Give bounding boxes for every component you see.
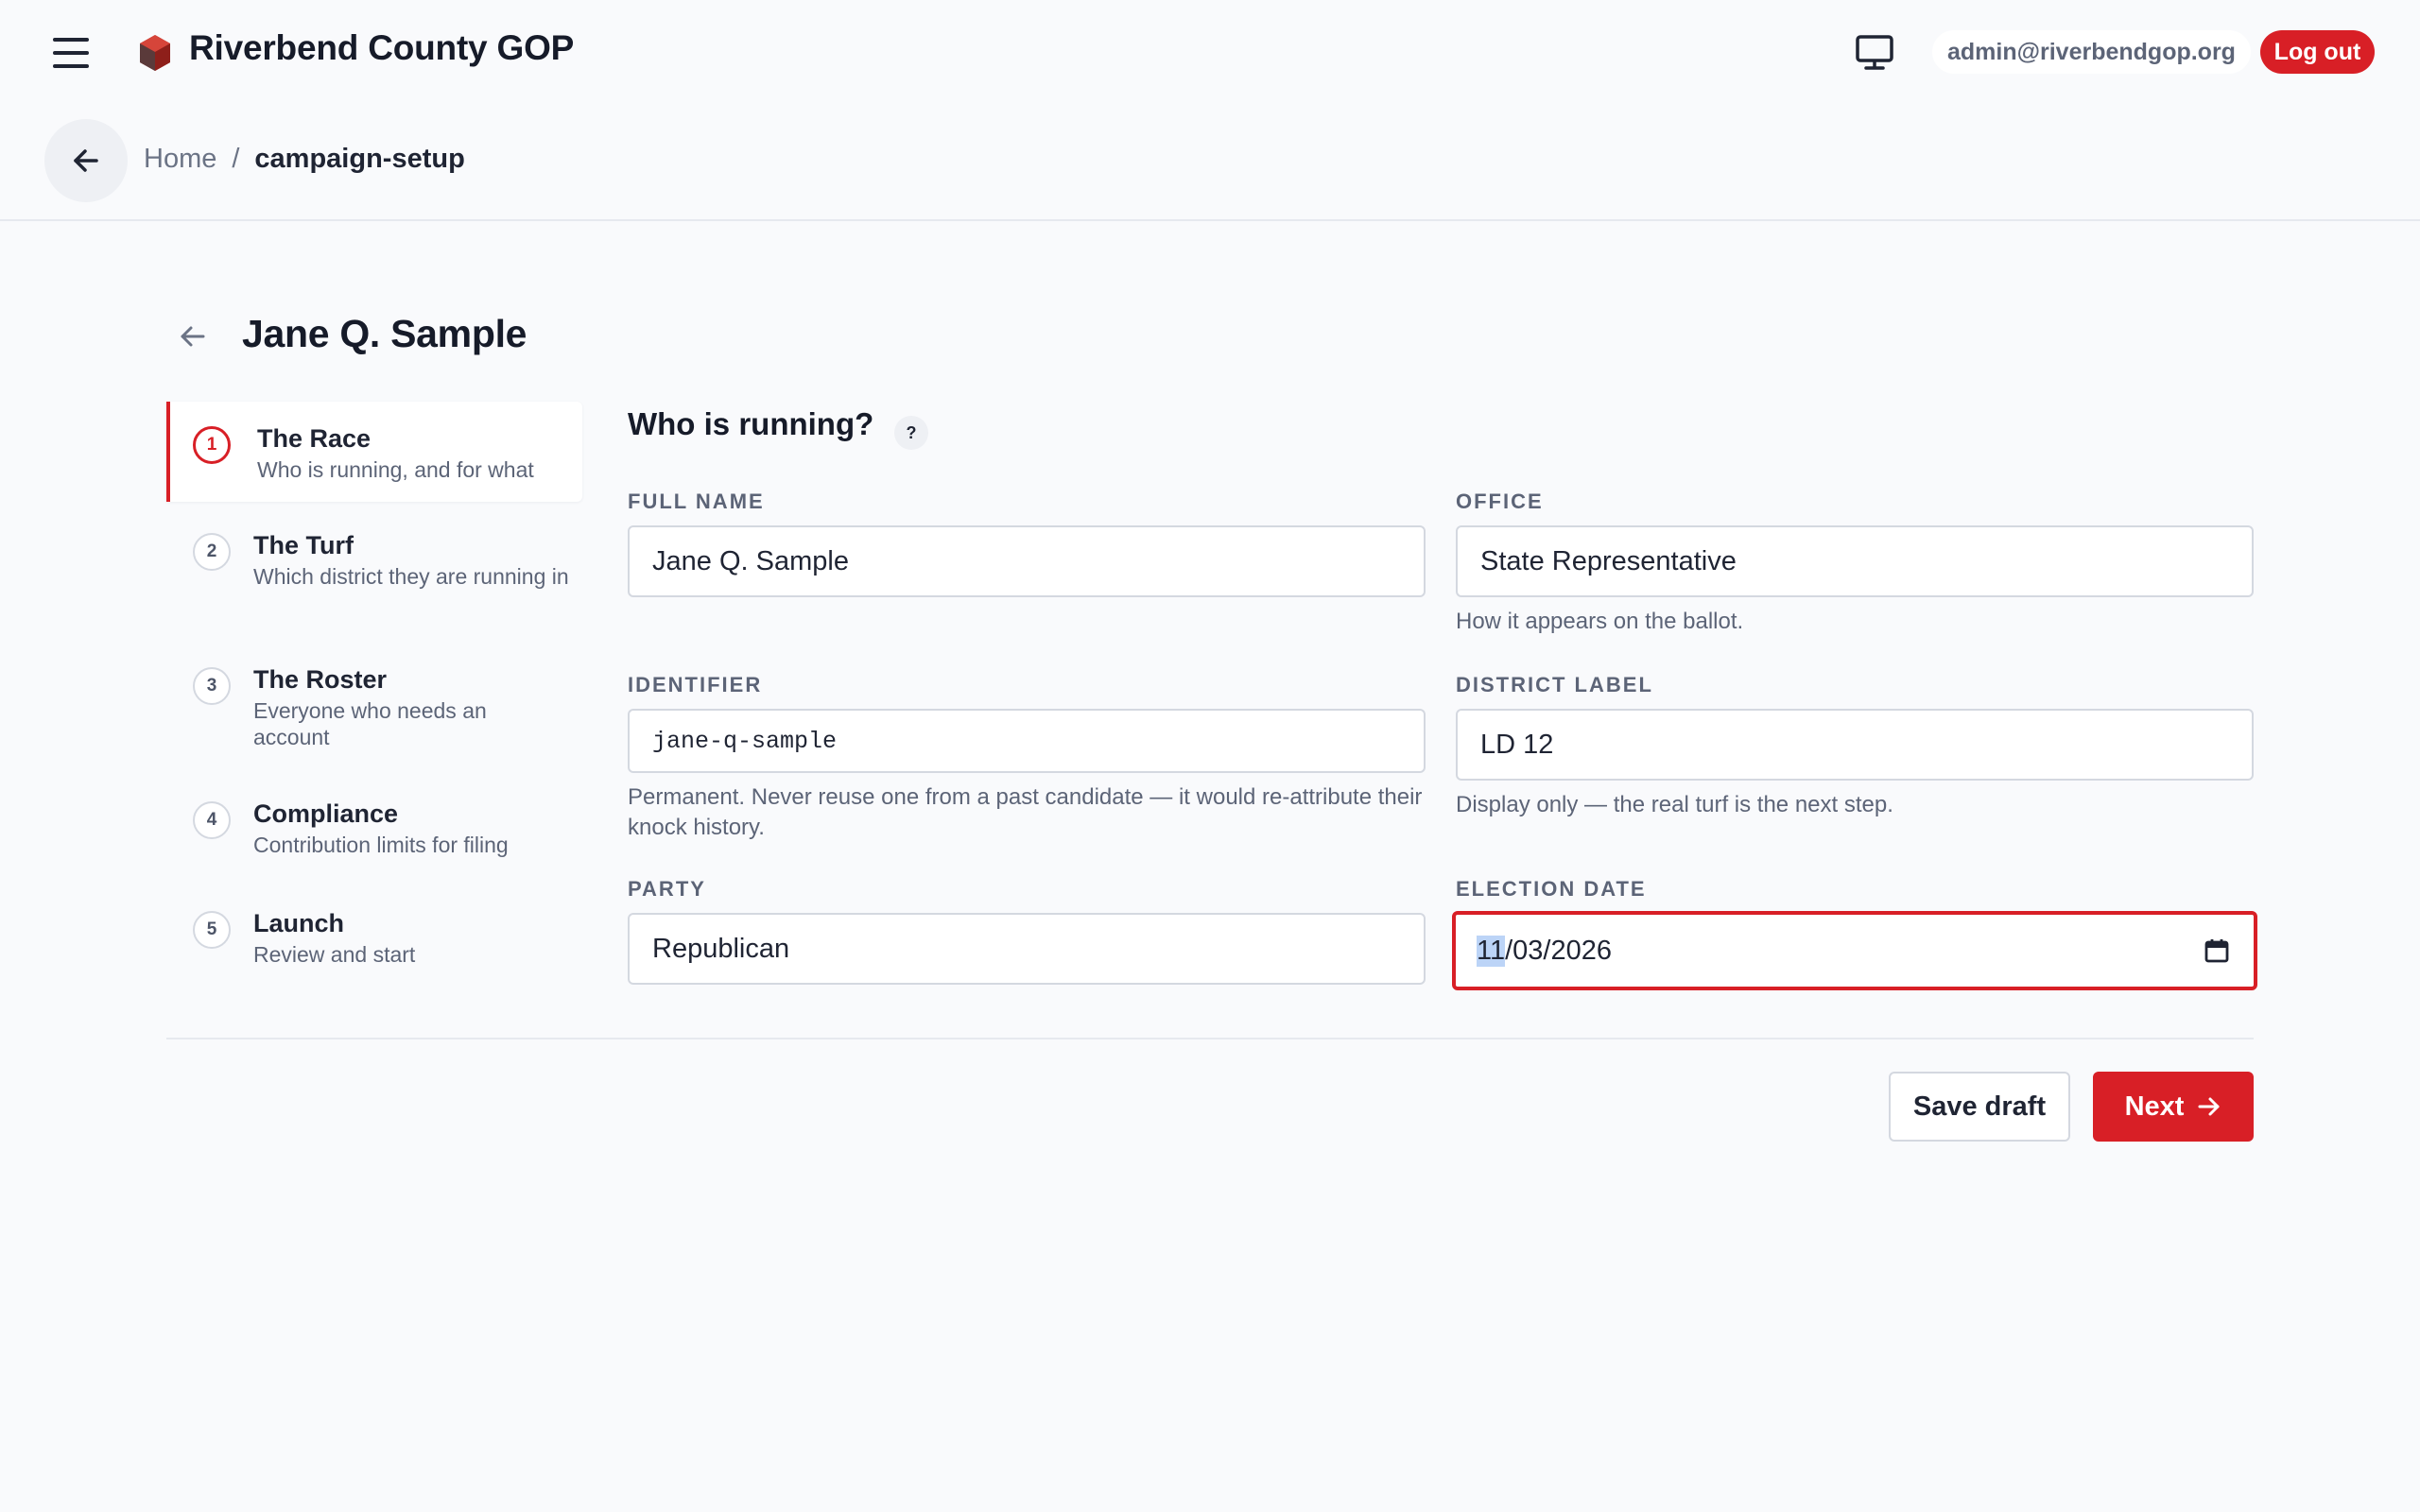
arrow-right-icon [2198, 1097, 2220, 1116]
step-title: The Roster [253, 665, 388, 694]
step-number: 5 [193, 911, 231, 949]
election-date-label: ELECTION DATE [1456, 877, 1647, 901]
full-name-label: FULL NAME [628, 490, 765, 513]
step-number: 1 [193, 426, 231, 464]
step-launch[interactable]: 5 Launch Review and start [166, 907, 579, 968]
identifier-label: IDENTIFIER [628, 673, 763, 696]
step-compliance[interactable]: 4 Compliance Contribution limits for fil… [166, 798, 579, 858]
step-number: 4 [193, 801, 231, 839]
back-button[interactable] [44, 119, 128, 202]
breadcrumb-separator: / [232, 144, 240, 174]
hamburger-menu-icon[interactable] [53, 38, 89, 68]
identifier-input[interactable]: jane-q-sample [628, 709, 1426, 773]
district-label-field: DISTRICT LABEL LD 12 Display only — the … [1456, 673, 2254, 820]
district-label-label: DISTRICT LABEL [1456, 673, 1653, 696]
step-the-roster[interactable]: 3 The Roster Everyone who needs an accou… [166, 663, 579, 750]
help-icon[interactable]: ? [894, 416, 928, 450]
breadcrumb-bar: Home / campaign-setup [0, 106, 2420, 221]
step-description: Review and start [253, 942, 416, 967]
district-label-hint: Display only — the real turf is the next… [1456, 792, 1893, 817]
office-label: OFFICE [1456, 490, 1544, 513]
full-name-input[interactable]: Jane Q. Sample [628, 525, 1426, 597]
save-draft-button[interactable]: Save draft [1889, 1072, 2070, 1142]
next-button[interactable]: Next [2093, 1072, 2254, 1142]
step-description: Which district they are running in [253, 564, 569, 589]
office-hint: How it appears on the ballot. [1456, 609, 1744, 634]
date-month-segment[interactable]: 11 [1477, 935, 1506, 967]
office-input[interactable]: State Representative [1456, 525, 2254, 597]
step-description: Contribution limits for filing [253, 833, 509, 857]
section-title: Who is running? [628, 406, 874, 441]
step-the-race[interactable]: 1 The Race Who is running, and for what [166, 402, 582, 502]
step-the-turf[interactable]: 2 The Turf Which district they are runni… [166, 529, 579, 590]
breadcrumb: Home / campaign-setup [144, 144, 465, 175]
office-field: OFFICE State Representative How it appea… [1456, 490, 2254, 637]
party-input[interactable]: Republican [628, 913, 1426, 985]
breadcrumb-home-link[interactable]: Home [144, 144, 216, 175]
date-rest-segment[interactable]: /03/2026 [1505, 936, 1612, 967]
step-description: Everyone who needs an account [253, 698, 487, 749]
app-title: Riverbend County GOP [189, 28, 575, 67]
party-field: PARTY Republican [628, 877, 1426, 985]
party-label: PARTY [628, 877, 706, 901]
election-date-input[interactable]: 11/03/2026 [1452, 911, 2257, 990]
monitor-icon[interactable] [1855, 34, 1894, 72]
hexagon-logo-icon [140, 35, 170, 71]
step-title: Launch [253, 909, 345, 937]
top-bar: Riverbend County GOP admin@riverbendgop.… [0, 0, 2420, 106]
page-title: Jane Q. Sample [242, 312, 527, 355]
user-email: admin@riverbendgop.org [1932, 30, 2251, 74]
election-date-field: ELECTION DATE 11/03/2026 [1452, 877, 2257, 990]
identifier-hint: Permanent. Never reuse one from a past c… [628, 784, 1423, 840]
form-divider [166, 1038, 2254, 1040]
arrow-left-icon [74, 149, 98, 172]
step-number: 3 [193, 667, 231, 705]
step-title: Compliance [253, 799, 399, 828]
step-title: The Turf [253, 531, 354, 559]
calendar-icon[interactable] [2204, 938, 2229, 963]
next-button-label: Next [2124, 1091, 2185, 1122]
district-label-input[interactable]: LD 12 [1456, 709, 2254, 781]
step-number: 2 [193, 533, 231, 571]
step-description: Who is running, and for what [257, 457, 534, 482]
identifier-field: IDENTIFIER jane-q-sample Permanent. Neve… [628, 673, 1426, 843]
step-title: The Race [257, 424, 372, 453]
page-back-arrow-icon[interactable] [178, 321, 208, 352]
logout-button[interactable]: Log out [2260, 30, 2375, 74]
full-name-field: FULL NAME Jane Q. Sample [628, 490, 1426, 597]
breadcrumb-current: campaign-setup [254, 144, 465, 174]
